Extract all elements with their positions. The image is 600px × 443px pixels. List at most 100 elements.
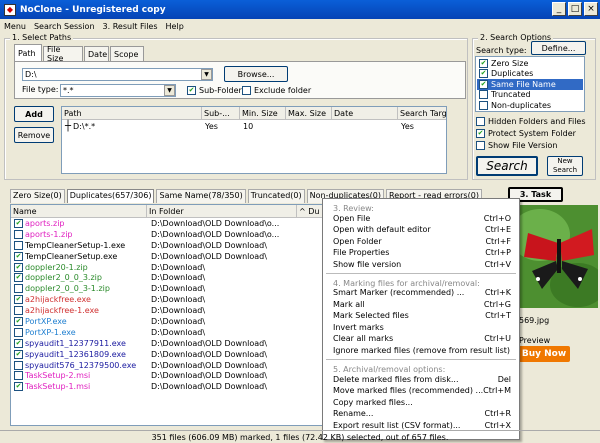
checkbox-empty-icon[interactable] [476,141,485,150]
context-menu-item[interactable]: Mark all Ctrl+G [323,299,519,311]
table-row[interactable]: TempCleanerSetup-1.exe D:\Download\OLD Do… [11,240,329,251]
checkmark-icon[interactable]: ✔ [479,69,488,79]
table-row[interactable]: ✔ spyaudit1_12377911.exe D:\Download\OLD D… [11,338,329,349]
tab-zero-size[interactable]: Zero Size(0) [10,189,65,203]
search-type-truncated[interactable]: Truncated [477,90,583,101]
checkmark-icon[interactable]: ✔ [14,262,23,272]
checkbox-empty-icon[interactable] [479,100,488,110]
search-type-same-file-name[interactable]: ✔ Same File Name [477,79,583,90]
checkmark-icon[interactable]: ✔ [14,316,23,326]
table-row[interactable]: ✔ aports.zip D:\Download\OLD Download\o... [11,218,329,229]
show-file-version-checkbox[interactable]: Show File Version [476,141,557,150]
table-row[interactable]: PortXP-1.exe D:\Download\ [11,327,329,338]
context-menu-item[interactable]: Clear all marks Ctrl+U [323,333,519,345]
checkmark-icon[interactable]: ✔ [476,129,485,138]
table-row[interactable]: ✔ TaskSetup-1.msi D:\Download\OLD Download… [11,381,329,392]
remove-button[interactable]: Remove [14,127,54,143]
col-search-target[interactable]: Search Targ [398,107,446,119]
chevron-down-icon[interactable]: ▼ [201,69,212,80]
tab-scope[interactable]: Scope [110,46,144,61]
path-combo[interactable]: D:\ ▼ [22,68,213,81]
table-row[interactable]: TaskSetup-2.msi D:\Download\OLD Download\ [11,370,329,381]
subfolder-checkbox[interactable]: ✔ Sub-Folder [187,86,242,95]
tab-path[interactable]: Path [14,44,42,61]
checkbox-empty-icon[interactable] [14,306,23,316]
exclude-folder-checkbox[interactable]: Exclude folder [242,86,311,95]
file-type-combo[interactable]: *.* ▼ [60,84,176,97]
tab-same-name[interactable]: Same Name(78/350) [156,189,246,203]
checkbox-empty-icon[interactable] [14,371,23,381]
tab-truncated[interactable]: Truncated(0) [247,189,305,203]
browse-button[interactable]: Browse... [224,66,288,82]
add-button[interactable]: Add [14,106,54,122]
hidden-files-checkbox[interactable]: Hidden Folders and Files [476,117,586,126]
context-menu-item[interactable]: Smart Marker (recommended) ... Ctrl+K [323,287,519,299]
table-row[interactable]: ✔ PortXP.exe D:\Download\ [11,316,329,327]
search-button[interactable]: Search [476,156,538,176]
menu-menu[interactable]: Menu [4,22,26,31]
table-row[interactable]: ✔ doppler2_0_0_3.zip D:\Download\ [11,272,329,283]
checkmark-icon[interactable]: ✔ [14,251,23,261]
context-menu-item[interactable]: File Properties Ctrl+P [323,247,519,259]
search-type-zero-size[interactable]: ✔ Zero Size [477,58,583,69]
checkmark-icon[interactable]: ✔ [14,218,23,228]
checkmark-icon[interactable]: ✔ [187,86,196,95]
col-in-folder[interactable]: In Folder [147,205,297,217]
table-row[interactable]: ✔ spyaudit1_12361809.exe D:\Download\OLD D… [11,349,329,360]
context-menu-item[interactable]: Open with default editor Ctrl+E [323,224,519,236]
protect-system-checkbox[interactable]: ✔ Protect System Folder [476,129,576,138]
table-row[interactable]: ✔ TempCleanerSetup.exe D:\Download\OLD Dow… [11,251,329,262]
context-menu-item[interactable]: Open File Ctrl+O [323,212,519,224]
checkbox-empty-icon[interactable] [14,240,23,250]
context-menu-item[interactable]: Open Folder Ctrl+F [323,235,519,247]
checkbox-empty-icon[interactable] [479,90,488,100]
tab-date[interactable]: Date [84,46,109,61]
checkbox-empty-icon[interactable] [14,229,23,239]
buy-now-button[interactable]: Buy Now [518,346,570,362]
context-menu-item[interactable]: Ignore marked files (remove from result … [323,345,519,357]
context-menu-item[interactable]: Mark Selected files Ctrl+T [323,310,519,322]
col-date[interactable]: Date [332,107,398,119]
minimize-button[interactable]: _ [552,2,566,16]
context-menu-item[interactable]: Copy marked files... [323,396,519,408]
checkbox-empty-icon[interactable] [242,86,251,95]
context-menu-item[interactable]: Delete marked files from disk... Del [323,373,519,385]
checkbox-empty-icon[interactable] [14,327,23,337]
checkmark-icon[interactable]: ✔ [14,382,23,392]
table-row[interactable]: doppler2_0_0_3-1.zip D:\Download\ [11,283,329,294]
checkbox-empty-icon[interactable] [14,284,23,294]
col-min-size[interactable]: Min. Size [240,107,286,119]
chevron-down-icon[interactable]: ▼ [164,85,175,96]
menu-help[interactable]: Help [166,22,184,31]
menu-result-files[interactable]: 3. Result Files [103,22,158,31]
context-menu-item[interactable]: Rename... Ctrl+R [323,408,519,420]
tab-file-size[interactable]: File Size [43,45,83,63]
checkmark-icon[interactable]: ✔ [479,79,488,89]
col-path[interactable]: Path [62,107,202,119]
context-menu-item[interactable]: Move marked files (recommended) ... Ctrl+… [323,385,519,397]
checkmark-icon[interactable]: ✔ [14,295,23,305]
checkbox-empty-icon[interactable] [476,117,485,126]
define-button[interactable]: Define... [531,41,586,55]
table-row[interactable]: ✔ a2hijackfree.exe D:\Download\ [11,294,329,305]
table-row[interactable]: ✔ doppler20-1.zip D:\Download\ [11,262,329,273]
search-type-duplicates[interactable]: ✔ Duplicates [477,69,583,80]
new-search-button[interactable]: New Search [547,156,583,176]
maximize-button[interactable]: □ [568,2,582,16]
table-row[interactable]: ┼ D:\*.* Yes 10 Yes [62,120,446,132]
table-row[interactable]: a2hijackfree-1.exe D:\Download\ [11,305,329,316]
col-sub[interactable]: Sub-... [202,107,240,119]
col-max-size[interactable]: Max. Size [286,107,332,119]
tab-duplicates[interactable]: Duplicates(657/306) [66,189,155,203]
checkbox-empty-icon[interactable] [14,360,23,370]
checkmark-icon[interactable]: ✔ [14,349,23,359]
checkmark-icon[interactable]: ✔ [14,273,23,283]
checkmark-icon[interactable]: ✔ [14,338,23,348]
table-row[interactable]: aports-1.zip D:\Download\OLD Download\o..… [11,229,329,240]
checkmark-icon[interactable]: ✔ [479,58,488,68]
table-row[interactable]: spyaudit576_12379500.exe D:\Download\OLD … [11,360,329,371]
col-name[interactable]: Name [11,205,147,217]
close-button[interactable]: × [584,2,598,16]
context-menu-item[interactable]: Show file version Ctrl+V [323,258,519,270]
search-type-non-duplicates[interactable]: Non-duplicates [477,100,583,111]
